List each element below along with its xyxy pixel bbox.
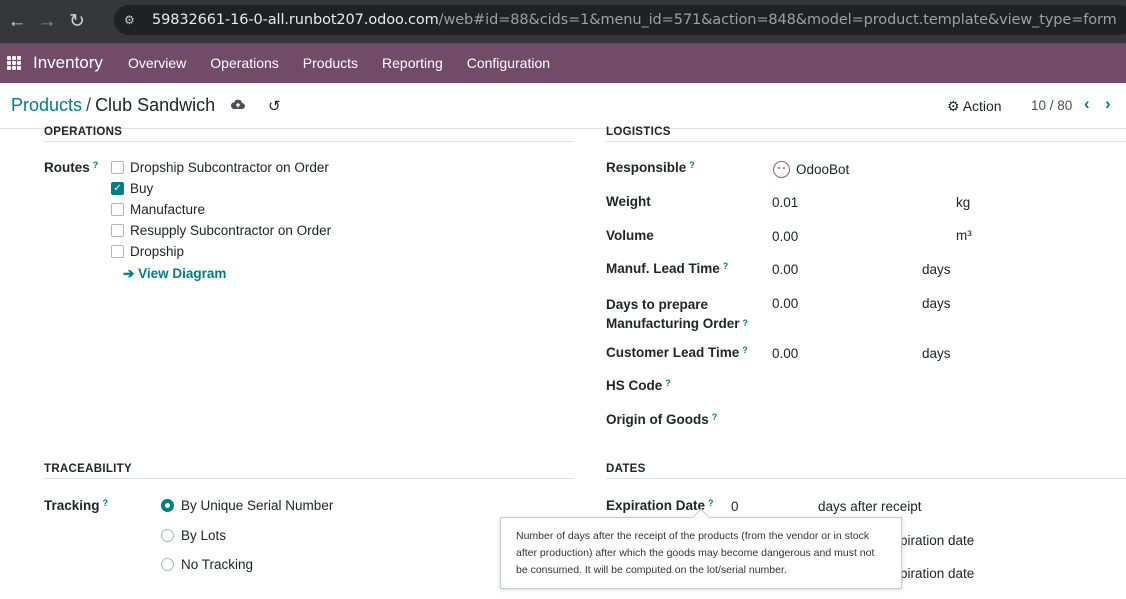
pager-value[interactable]: 10 / 80 (1031, 98, 1072, 113)
hs-code-help-icon[interactable]: ? (665, 378, 671, 388)
expiration-tooltip: Number of days after the receipt of the … (500, 517, 902, 589)
menu-reporting[interactable]: Reporting (370, 55, 455, 71)
route-checkbox-checked[interactable]: ✓ (111, 182, 124, 195)
volume-field[interactable]: 0.00 (772, 229, 798, 244)
control-panel: Products / Club Sandwich ↺ ⚙ Action 10 / 8… (0, 83, 1126, 129)
manuf-lead-unit: days (922, 262, 951, 277)
reload-icon[interactable]: ↻ (65, 10, 89, 34)
route-checkbox[interactable] (111, 224, 124, 237)
manuf-lead-help-icon[interactable]: ? (723, 261, 729, 271)
days-prepare-unit: days (922, 296, 951, 311)
discard-icon[interactable]: ↺ (268, 97, 281, 115)
back-arrow-icon[interactable]: ← (5, 10, 29, 34)
routes-help-icon[interactable]: ? (93, 160, 99, 170)
routes-label: Routes? (44, 160, 99, 175)
route-buy[interactable]: ✓ Buy (111, 181, 153, 196)
manuf-lead-label: Manuf. Lead Time? (606, 261, 729, 276)
weight-label: Weight (606, 194, 651, 209)
action-button[interactable]: ⚙ Action (947, 98, 1002, 115)
browser-toolbar: ← → ↻ ⚙ 59832661-16-0-all.runbot207.odoo… (0, 0, 1126, 43)
route-checkbox[interactable] (111, 161, 124, 174)
responsible-value[interactable]: OdooBot (796, 162, 849, 177)
origin-help-icon[interactable]: ? (712, 412, 718, 422)
days-prepare-field[interactable]: 0.00 (772, 296, 798, 311)
dates-divider (606, 478, 1126, 479)
forward-arrow-icon[interactable]: → (35, 10, 59, 34)
volume-label: Volume (606, 228, 654, 243)
action-label: Action (962, 98, 1002, 114)
tracking-none-option[interactable]: No Tracking (161, 557, 253, 572)
radio[interactable] (161, 529, 174, 542)
avatar (773, 161, 790, 178)
breadcrumb-products[interactable]: Products (11, 95, 82, 115)
url-domain: 59832661-16-0-all.runbot207.odoo.com (152, 12, 439, 28)
weight-unit: kg (956, 195, 971, 210)
expiration-help-icon[interactable]: ? (708, 498, 714, 508)
manuf-lead-field[interactable]: 0.00 (772, 262, 798, 277)
menu-overview[interactable]: Overview (116, 55, 198, 71)
breadcrumb-separator: / (86, 95, 92, 115)
logistics-title: LOGISTICS (606, 126, 671, 138)
customer-lead-unit: days (922, 346, 951, 361)
menu-configuration[interactable]: Configuration (455, 55, 562, 71)
operations-title: OPERATIONS (44, 126, 123, 138)
radio[interactable] (161, 558, 174, 571)
customer-lead-field[interactable]: 0.00 (772, 346, 798, 361)
address-bar[interactable]: ⚙ 59832661-16-0-all.runbot207.odoo.com/w… (114, 5, 1126, 35)
hs-code-label: HS Code? (606, 378, 671, 393)
gear-icon: ⚙ (947, 98, 960, 114)
main-menu: Overview Operations Products Reporting C… (116, 55, 562, 71)
logistics-divider (606, 141, 1126, 142)
save-cloud-icon[interactable] (231, 98, 245, 110)
responsible-label: Responsible? (606, 160, 695, 175)
view-diagram-link[interactable]: ➔ View Diagram (123, 266, 226, 282)
menu-operations[interactable]: Operations (198, 55, 290, 71)
days-prepare-help-icon[interactable]: ? (743, 318, 749, 328)
days-prepare-label: Days to prepare Manufacturing Order? (606, 297, 749, 331)
dates-title: DATES (606, 463, 646, 475)
partial-date-label-2: piration date (900, 566, 975, 581)
breadcrumb: Products / Club Sandwich (11, 95, 215, 116)
route-checkbox[interactable] (111, 245, 124, 258)
responsible-help-icon[interactable]: ? (689, 160, 695, 170)
pager-previous-icon[interactable]: ‹ (1084, 94, 1090, 114)
volume-unit: m³ (956, 228, 972, 243)
pager-next-icon[interactable]: › (1105, 94, 1111, 114)
traceability-divider (44, 478, 574, 479)
tracking-label: Tracking? (44, 498, 109, 513)
customer-lead-help-icon[interactable]: ? (742, 345, 748, 355)
apps-menu-icon[interactable] (7, 56, 21, 70)
route-manufacture[interactable]: Manufacture (111, 202, 205, 217)
route-dropship-subcontractor[interactable]: Dropship Subcontractor on Order (111, 160, 329, 175)
origin-label: Origin of Goods? (606, 412, 718, 427)
arrow-right-icon: ➔ (123, 266, 135, 281)
tracking-help-icon[interactable]: ? (103, 498, 109, 508)
partial-date-label-1: piration date (900, 533, 975, 548)
route-dropship[interactable]: Dropship (111, 244, 184, 259)
route-resupply-subcontractor[interactable]: Resupply Subcontractor on Order (111, 223, 331, 238)
breadcrumb-current: Club Sandwich (95, 95, 216, 115)
odoo-navbar: Inventory Overview Operations Products R… (0, 43, 1126, 83)
url-text[interactable]: 59832661-16-0-all.runbot207.odoo.com/web… (152, 12, 1117, 28)
tracking-serial-option[interactable]: By Unique Serial Number (161, 498, 333, 513)
customer-lead-label: Customer Lead Time? (606, 345, 748, 360)
url-path: /web#id=88&cids=1&menu_id=571&action=848… (438, 12, 1117, 28)
expiration-field[interactable]: 0 (731, 499, 739, 514)
menu-products[interactable]: Products (291, 55, 370, 71)
app-name[interactable]: Inventory (33, 53, 103, 73)
tracking-lots-option[interactable]: By Lots (161, 528, 226, 543)
expiration-unit: days after receipt (818, 499, 922, 514)
radio-checked[interactable] (161, 499, 174, 512)
weight-field[interactable]: 0.01 (772, 195, 798, 210)
operations-divider (44, 141, 574, 142)
traceability-title: TRACEABILITY (44, 463, 132, 475)
route-checkbox[interactable] (111, 203, 124, 216)
site-settings-icon[interactable]: ⚙ (124, 13, 144, 27)
